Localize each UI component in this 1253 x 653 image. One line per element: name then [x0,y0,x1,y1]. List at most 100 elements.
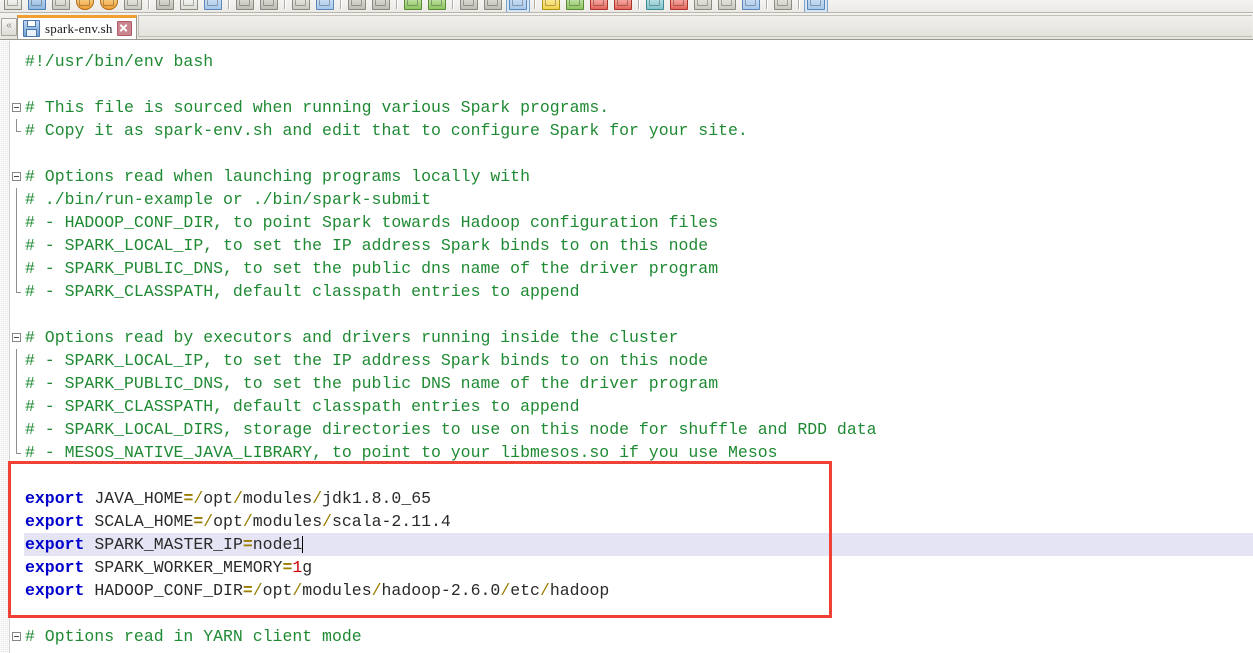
code-line[interactable]: # - SPARK_CLASSPATH, default classpath e… [24,395,1253,418]
code-line[interactable]: # - SPARK_CLASSPATH, default classpath e… [24,280,1253,303]
code-line[interactable]: # - SPARK_PUBLIC_DNS, to set the public … [24,257,1253,280]
code-line[interactable]: # Options read when launching programs l… [24,165,1253,188]
tab-spark-env-sh[interactable]: spark-env.sh [17,15,137,39]
fold-guide-line [16,234,17,257]
code-line-text: # - MESOS_NATIVE_JAVA_LIBRARY, to point … [24,443,778,462]
fold-collapse-icon[interactable] [12,632,21,641]
tab-scroll-left-button[interactable]: « [1,18,17,36]
word-wrap-button[interactable] [506,0,530,12]
fold-collapse-icon[interactable] [12,103,21,112]
code-token: # - SPARK_CLASSPATH, default classpath e… [25,282,580,301]
close-document-icon [76,0,94,10]
code-line[interactable] [24,303,1253,326]
code-token: / [193,489,204,508]
code-line[interactable]: # - SPARK_LOCAL_IP, to set the IP addres… [24,234,1253,257]
zoom-in-button[interactable] [346,0,368,12]
code-line[interactable]: export SPARK_MASTER_IP=node1 [24,533,1253,556]
code-line-text: # Copy it as spark-env.sh and edit that … [24,121,748,140]
code-token: g [302,558,313,577]
cut-button[interactable] [154,0,176,12]
code-line[interactable]: # - SPARK_LOCAL_DIRS, storage directorie… [24,418,1253,441]
zoom-restore-button[interactable] [588,0,610,12]
code-line[interactable]: # Options read in YARN client mode [24,625,1253,648]
code-editor[interactable]: #!/usr/bin/env bash # This file is source… [0,41,1253,653]
tab-bar-empty-area[interactable] [138,15,1252,37]
open-file-button[interactable] [2,0,24,12]
save-macro-button[interactable] [740,0,762,12]
fold-guide-line [16,418,17,441]
fold-end-marker [16,453,21,454]
show-eol-button[interactable] [482,0,504,12]
code-line[interactable]: #!/usr/bin/env bash [24,50,1253,73]
fold-end-marker [16,292,21,293]
code-line[interactable]: # Options read by executors and drivers … [24,326,1253,349]
selection-margin[interactable] [0,41,10,653]
code-text-area[interactable]: #!/usr/bin/env bash # This file is source… [24,41,1253,653]
zoom-out-button[interactable] [370,0,392,12]
undo-button[interactable] [234,0,256,12]
code-line-text: # - SPARK_LOCAL_IP, to set the IP addres… [24,236,708,255]
redo-arrow-icon [260,0,278,10]
code-line[interactable] [24,602,1253,625]
unfold-all-button[interactable] [644,0,666,12]
stop-macro-button[interactable] [692,0,714,12]
save-button[interactable] [50,0,72,12]
code-line-text: # Options read when launching programs l… [24,167,530,186]
print-button[interactable] [122,0,144,12]
record-icon [670,0,688,10]
code-folding-margin[interactable] [11,41,24,653]
code-line[interactable] [24,73,1253,96]
code-line[interactable] [24,464,1253,487]
gear-icon [807,0,825,10]
code-line[interactable]: # ./bin/run-example or ./bin/spark-submi… [24,188,1253,211]
code-line[interactable]: # - HADOOP_CONF_DIR, to point Spark towa… [24,211,1253,234]
code-line[interactable]: # Copy it as spark-env.sh and edit that … [24,119,1253,142]
record-macro-button[interactable] [668,0,690,12]
code-line[interactable]: export SPARK_WORKER_MEMORY=1g [24,556,1253,579]
settings-button[interactable] [804,0,828,12]
redo-button[interactable] [258,0,280,12]
close-document-button[interactable] [74,0,96,12]
playback-macro-button[interactable] [716,0,738,12]
copy-button[interactable] [178,0,200,12]
fold-collapse-icon[interactable] [12,172,21,181]
code-token: / [500,581,511,600]
toggle-bookmark-button[interactable] [540,0,562,12]
find-button[interactable] [290,0,312,12]
indent-button[interactable] [402,0,424,12]
code-line[interactable]: export JAVA_HOME=/opt/modules/jdk1.8.0_6… [24,487,1253,510]
replace-button[interactable] [314,0,336,12]
code-line[interactable]: # - MESOS_NATIVE_JAVA_LIBRARY, to point … [24,441,1253,464]
fold-collapse-icon[interactable] [12,333,21,342]
code-token: JAVA_HOME [84,489,184,508]
fold-guide-line [16,188,17,211]
code-line[interactable]: # This file is sourced when running vari… [24,96,1253,119]
fold-all-button[interactable] [612,0,634,12]
run-button[interactable] [772,0,794,12]
paste-icon [204,0,222,10]
all-chars-button[interactable] [564,0,586,12]
show-whitespace-button[interactable] [458,0,480,12]
save-file-icon [23,20,40,37]
code-line[interactable]: # - SPARK_LOCAL_IP, to set the IP addres… [24,349,1253,372]
close-all-button[interactable] [98,0,120,12]
code-token: SPARK_MASTER_IP [84,535,243,554]
code-token: / [252,581,263,600]
toolbar-separator [340,0,342,9]
outdent-button[interactable] [426,0,448,12]
code-line-text: export SPARK_MASTER_IP=node1 [24,535,302,554]
code-line[interactable]: export SCALA_HOME=/opt/modules/scala-2.1… [24,510,1253,533]
code-line[interactable]: export HADOOP_CONF_DIR=/opt/modules/hado… [24,579,1253,602]
new-project-icon [28,0,46,10]
new-project-button[interactable] [26,0,48,12]
code-line[interactable] [24,142,1253,165]
code-line[interactable]: # - SPARK_PUBLIC_DNS, to set the public … [24,372,1253,395]
code-token: / [203,512,214,531]
close-icon[interactable] [116,21,132,36]
paste-button[interactable] [202,0,224,12]
fold-guide-line [16,257,17,280]
code-token: SCALA_HOME [84,512,194,531]
